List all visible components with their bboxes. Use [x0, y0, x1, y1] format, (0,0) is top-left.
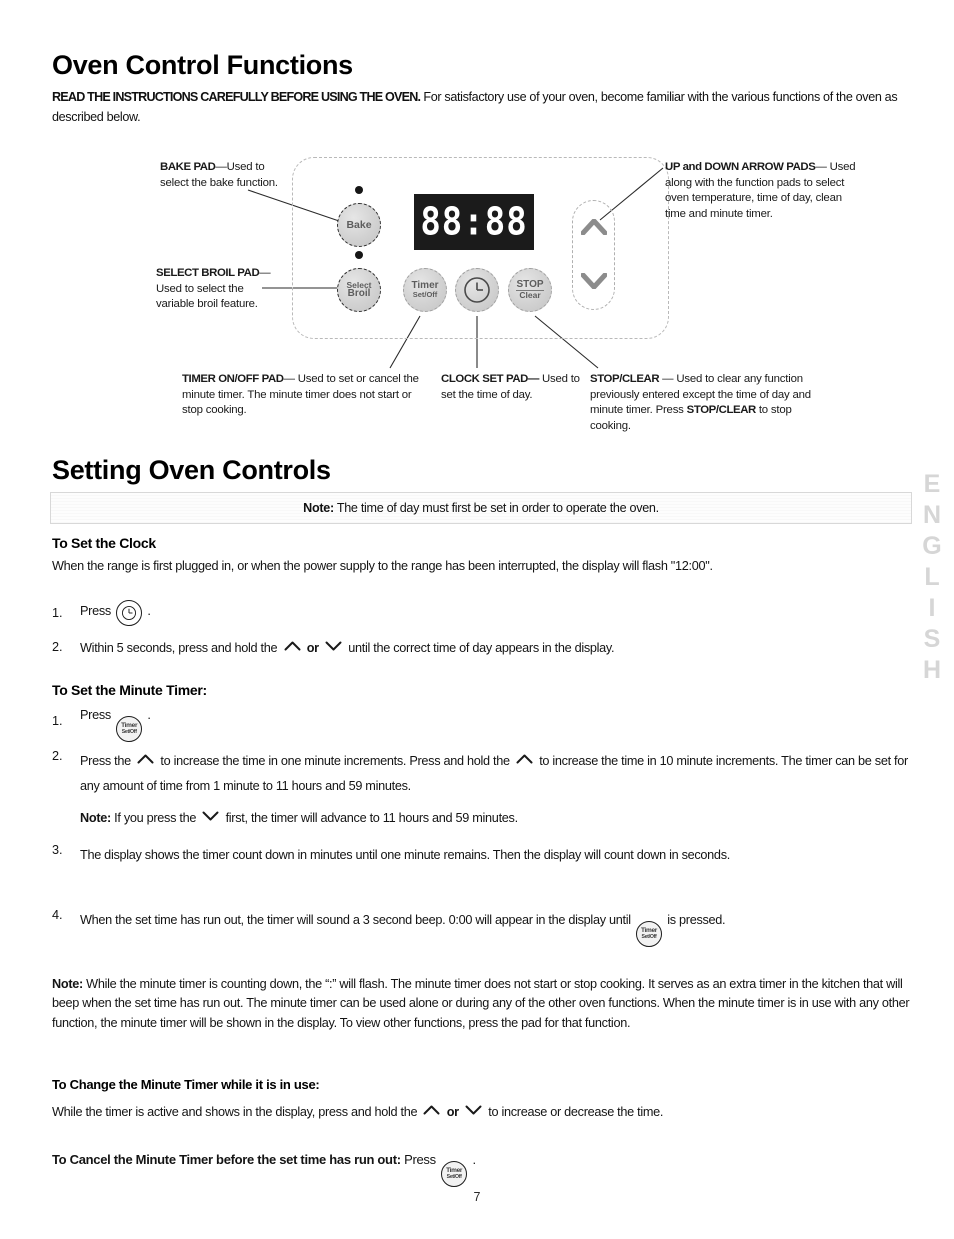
clock-step1-suffix: .: [147, 604, 151, 618]
change-text-or: or: [446, 1105, 459, 1119]
clock-intro-paragraph: When the range is first plugged in, or w…: [52, 559, 713, 573]
control-panel-diagram: 88:88 Bake Select Broil Timer Set/Off ST…: [0, 150, 954, 450]
note-banner-bold: Note:: [303, 501, 334, 515]
big-note-paragraph: Note: While the minute timer is counting…: [52, 975, 914, 1033]
page-title: Oven Control Functions: [52, 50, 353, 80]
chevron-up-icon[interactable]: [580, 219, 607, 235]
timer-step4-text-b: is pressed.: [667, 913, 726, 927]
timer-on-off-pad-button[interactable]: Timer Set/Off: [403, 268, 447, 312]
callout-clock-bold: CLOCK SET PAD—: [441, 373, 539, 385]
note-banner-text: The time of day must first be set in ord…: [333, 501, 659, 515]
chevron-down-icon[interactable]: [465, 1105, 482, 1115]
timer-step3: The display shows the timer count down i…: [80, 848, 730, 862]
chevron-up-icon[interactable]: [516, 754, 533, 764]
clock-step2-number: 2.: [52, 640, 63, 654]
timer-pad-label-line2: Set/Off: [412, 290, 438, 300]
section-title-setting-oven-controls: Setting Oven Controls: [52, 455, 331, 485]
big-note-text: While the minute timer is counting down,…: [52, 977, 910, 1030]
timer-step4: When the set time has run out, the timer…: [80, 908, 912, 947]
side-tab-english: ENGLISH: [918, 470, 946, 687]
heading-to-set-the-minute-timer: To Set the Minute Timer:: [52, 682, 207, 698]
page-number: 7: [473, 1190, 481, 1204]
cancel-press-label: Press: [400, 1152, 436, 1167]
callout-bake-pad: BAKE PAD—Used to select the bake functio…: [160, 160, 290, 191]
callout-timer-pad: TIMER ON/OFF PAD— Used to set or cancel …: [182, 372, 427, 419]
inline-timer-set-off-pad[interactable]: Timer Set/Off: [441, 1160, 468, 1187]
big-note-bold: Note:: [52, 977, 83, 991]
heading-to-set-the-clock: To Set the Clock: [52, 535, 156, 551]
callout-stop-bold-b: STOP/CLEAR: [686, 404, 757, 417]
timer-step2-number: 2.: [52, 749, 63, 763]
clock-step1-text: Press: [80, 604, 111, 618]
select-broil-pad-button[interactable]: Select Broil: [337, 268, 381, 312]
clock-icon: [122, 606, 137, 620]
callout-clock-pad: CLOCK SET PAD— Used to set the time of d…: [441, 372, 581, 403]
callout-select-broil-pad: SELECT BROIL PAD— Used to select the var…: [156, 266, 276, 313]
cancel-heading-bold: To Cancel the Minute Timer before the se…: [52, 1152, 401, 1167]
timer-step4-text-a: When the set time has run out, the timer…: [80, 913, 631, 927]
inline-timer-set-off-pad[interactable]: Timer Set/Off: [635, 920, 662, 947]
clock-step1: Press .: [80, 600, 380, 626]
cancel-suffix: .: [472, 1152, 476, 1167]
stop-clear-label-line2: Clear: [519, 290, 541, 301]
timer-step1-text: Press: [80, 708, 111, 722]
change-text-b: to increase or decrease the time.: [488, 1105, 664, 1119]
chevron-up-icon[interactable]: [284, 641, 301, 651]
change-text-a: While the timer is active and shows in t…: [52, 1105, 418, 1119]
timer-step2-text-b: to increase the time in one minute incre…: [160, 754, 510, 768]
timer-step2-text-a: Press the: [80, 754, 131, 768]
chevron-up-icon[interactable]: [423, 1105, 440, 1115]
chevron-down-icon[interactable]: [202, 811, 219, 821]
heading-to-change-minute-timer: To Change the Minute Timer while it is i…: [52, 1077, 320, 1092]
callout-broil-bold: SELECT BROIL PAD: [156, 267, 260, 279]
clock-step2-text-b: until the correct time of day appears in…: [348, 641, 615, 655]
timer-step2-note-a: If you press the: [110, 811, 197, 825]
chevron-down-icon[interactable]: [325, 641, 342, 651]
inline-timer-label-line2: Set/Off: [446, 1173, 462, 1180]
inline-timer-set-off-pad[interactable]: Timer Set/Off: [116, 715, 143, 742]
callout-arrow-pads: UP and DOWN ARROW PADS— Used along with …: [665, 160, 865, 223]
callout-timer-bold: TIMER ON/OFF PAD: [182, 373, 284, 385]
timer-step4-number: 4.: [52, 908, 63, 922]
timer-step2-note-b: first, the timer will advance to 11 hour…: [225, 811, 519, 825]
cancel-timer-paragraph: To Cancel the Minute Timer before the se…: [52, 1152, 914, 1187]
timer-step1-number: 1.: [52, 714, 63, 728]
callout-stop-clear: STOP/CLEAR — Used to clear any function …: [590, 372, 815, 435]
inline-timer-label-line2: Set/Off: [121, 728, 137, 735]
callout-stop-bold: STOP/CLEAR: [590, 373, 660, 385]
clock-step2-text-a: Within 5 seconds, press and hold the: [80, 641, 278, 655]
clock-set-pad-button[interactable]: [455, 268, 499, 312]
broil-indicator-light: [355, 251, 363, 259]
clock-icon: [464, 277, 490, 303]
chevron-up-icon[interactable]: [137, 754, 154, 764]
up-down-arrow-pad[interactable]: [572, 200, 615, 310]
chevron-down-icon[interactable]: [580, 273, 607, 289]
stop-clear-pad-button[interactable]: STOP Clear: [508, 268, 552, 312]
display-digits: 88:88: [420, 199, 528, 245]
note-banner: Note: The time of day must first be set …: [50, 492, 912, 524]
clock-step1-number: 1.: [52, 606, 63, 620]
select-broil-label-line2: Broil: [347, 288, 371, 300]
bake-pad-button[interactable]: Bake: [337, 203, 381, 247]
intro-paragraph: READ THE INSTRUCTIONS CAREFULLY BEFORE U…: [52, 88, 910, 127]
intro-bold-lead: READ THE INSTRUCTIONS CAREFULLY BEFORE U…: [52, 90, 421, 104]
timer-step2: Press the to increase the time in one mi…: [80, 749, 912, 799]
clock-step2: Within 5 seconds, press and hold the or …: [80, 640, 910, 657]
timer-step2-note-bold: Note:: [80, 811, 111, 825]
callout-arrows-bold: UP and DOWN ARROW PADS: [665, 161, 816, 173]
timer-step1-suffix: .: [147, 708, 151, 722]
oven-display: 88:88: [414, 194, 534, 250]
inline-clock-set-pad[interactable]: [116, 600, 143, 626]
bake-indicator-light: [355, 186, 363, 194]
bake-pad-label: Bake: [346, 218, 372, 231]
timer-step3-number: 3.: [52, 843, 63, 857]
callout-bake-bold: BAKE PAD: [160, 161, 216, 173]
clock-step2-or: or: [306, 641, 319, 655]
timer-step1: Press Timer Set/Off .: [80, 708, 380, 742]
inline-timer-label-line2: Set/Off: [641, 933, 657, 940]
document-page: Oven Control Functions READ THE INSTRUCT…: [0, 0, 954, 1239]
change-timer-paragraph: While the timer is active and shows in t…: [52, 1104, 914, 1121]
timer-step2-note: Note: If you press the first, the timer …: [80, 810, 912, 827]
